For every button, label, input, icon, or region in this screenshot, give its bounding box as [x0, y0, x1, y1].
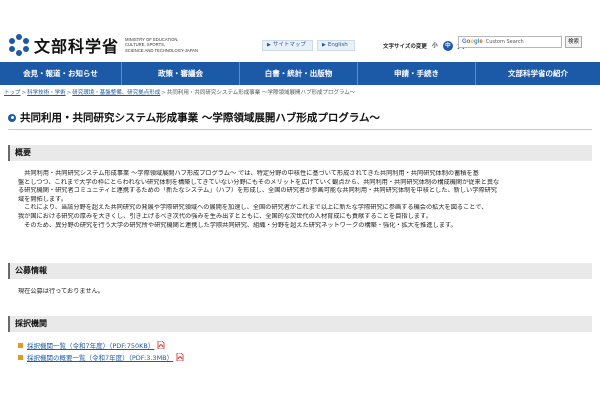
public-offering-heading: 公募情報 [8, 263, 592, 279]
breadcrumb-link[interactable]: 科学技術・学術 [27, 90, 66, 96]
search-placeholder: Custom Search [485, 39, 524, 45]
breadcrumb-current: 共同利用・共同研究システム形成事業 ～学際領域展開ハブ形成プログラム～ [166, 90, 356, 96]
overview-line: 共同利用・共同研究システム形成事業 ～学際領域展開ハブ形成プログラム～ では、特… [18, 170, 479, 177]
logo-english-text: MINISTRY OF EDUCATION, CULTURE, SPORTS, … [125, 37, 199, 53]
breadcrumb-separator: > [161, 90, 166, 96]
nav-item-news[interactable]: 会見・報道・お知らせ [0, 62, 122, 85]
public-offering-text: 現在公募は行っておりません。 [18, 288, 588, 297]
nav-item-applications[interactable]: 申請・手続き [358, 62, 476, 85]
font-size-switcher: 文字サイズの変更 小 中 大 [383, 41, 466, 51]
sitemap-link[interactable]: ▶ サイトマップ [262, 40, 313, 51]
overview-line: そのため、異分野の研究を行う大学の研究所や研究機関と連携した学際共同研究、組織・… [18, 221, 457, 229]
public-offering-line: 現在公募は行っておりません。 [18, 288, 104, 295]
google-logo: Google [462, 39, 483, 45]
site-header: 文部科学省 MINISTRY OF EDUCATION, CULTURE, SP… [0, 0, 600, 62]
nav-item-about[interactable]: 文部科学省の紹介 [476, 62, 600, 85]
search-button[interactable]: 検索 [565, 36, 582, 48]
font-size-label: 文字サイズの変更 [383, 44, 427, 50]
page-title-text: 共同利用・共同研究システム形成事業 ～学際領域展開ハブ形成プログラム～ [20, 112, 381, 124]
global-nav: 会見・報道・お知らせ 政策・審議会 白書・統計・出版物 申請・手続き 文部科学省… [0, 62, 600, 85]
nav-item-policy[interactable]: 政策・審議会 [122, 62, 240, 85]
ministry-logo[interactable]: 文部科学省 MINISTRY OF EDUCATION, CULTURE, SP… [8, 33, 198, 57]
overview-text: 共同利用・共同研究システム形成事業 ～学際領域展開ハブ形成プログラム～ では、特… [18, 170, 588, 230]
english-label: English [327, 42, 348, 48]
overview-line: 我が国における研究の厚みを大きくし、引き上げるべき次代の強みを生み出すとともに、… [18, 212, 432, 220]
overview-heading: 概要 [8, 145, 592, 161]
font-size-medium-button[interactable]: 中 [442, 41, 453, 51]
overview-line: これにより、当該分野を超えた共同研究の発展や学際研究領域への展開を加速し、全国の… [18, 204, 488, 212]
orange-square-bullet-icon [18, 354, 23, 360]
list-item: 採択機関一覧（令和7年度）（PDF:750KB） [18, 340, 165, 350]
breadcrumb-link[interactable]: トップ [4, 90, 21, 96]
overview-line: 盤としつつ、これまで大学の枠にとらわれない研究体制を構築してきていない分野にもそ… [18, 178, 500, 186]
adopted-heading: 採択機関 [8, 316, 592, 332]
adopted-list-pdf-link[interactable]: 採択機関一覧（令和7年度）（PDF:750KB） [27, 340, 154, 350]
list-item: 採択機関の概要一覧（令和7年度）（PDF:3.3MB） [18, 352, 184, 362]
english-link[interactable]: ▶ English [317, 40, 355, 51]
logo-emblem-icon [8, 34, 30, 56]
orange-square-bullet-icon [18, 342, 23, 348]
nav-item-publications[interactable]: 白書・統計・出版物 [240, 62, 358, 85]
arrow-right-icon: ▶ [322, 42, 326, 48]
title-divider [8, 129, 592, 130]
breadcrumb-separator: > [21, 90, 27, 96]
breadcrumb: トップ>科学技術・学術>研究環境・基盤整備、研究拠点形成>共同利用・共同研究シス… [4, 88, 355, 96]
overview-line: る研究機関・研究者コミュニティと連携するための「新たなシステム」（ハブ）を形成し… [18, 187, 497, 195]
arrow-right-icon: ▶ [267, 42, 271, 48]
title-bullet-icon [8, 113, 16, 122]
adopted-summary-pdf-link[interactable]: 採択機関の概要一覧（令和7年度）（PDF:3.3MB） [27, 352, 173, 362]
search-input[interactable]: Google Custom Search [458, 36, 562, 48]
breadcrumb-link[interactable]: 研究環境・基盤整備、研究拠点形成 [72, 90, 160, 96]
sitemap-label: サイトマップ [272, 42, 306, 48]
logo-text: 文部科学省 [34, 37, 120, 56]
font-size-small-button[interactable]: 小 [429, 41, 440, 51]
breadcrumb-separator: > [66, 90, 72, 96]
pdf-icon [157, 341, 165, 349]
pdf-icon [176, 353, 184, 361]
overview-line: 域を開拓します。 [18, 195, 67, 203]
page-title: 共同利用・共同研究システム形成事業 ～学際領域展開ハブ形成プログラム～ [8, 110, 380, 125]
